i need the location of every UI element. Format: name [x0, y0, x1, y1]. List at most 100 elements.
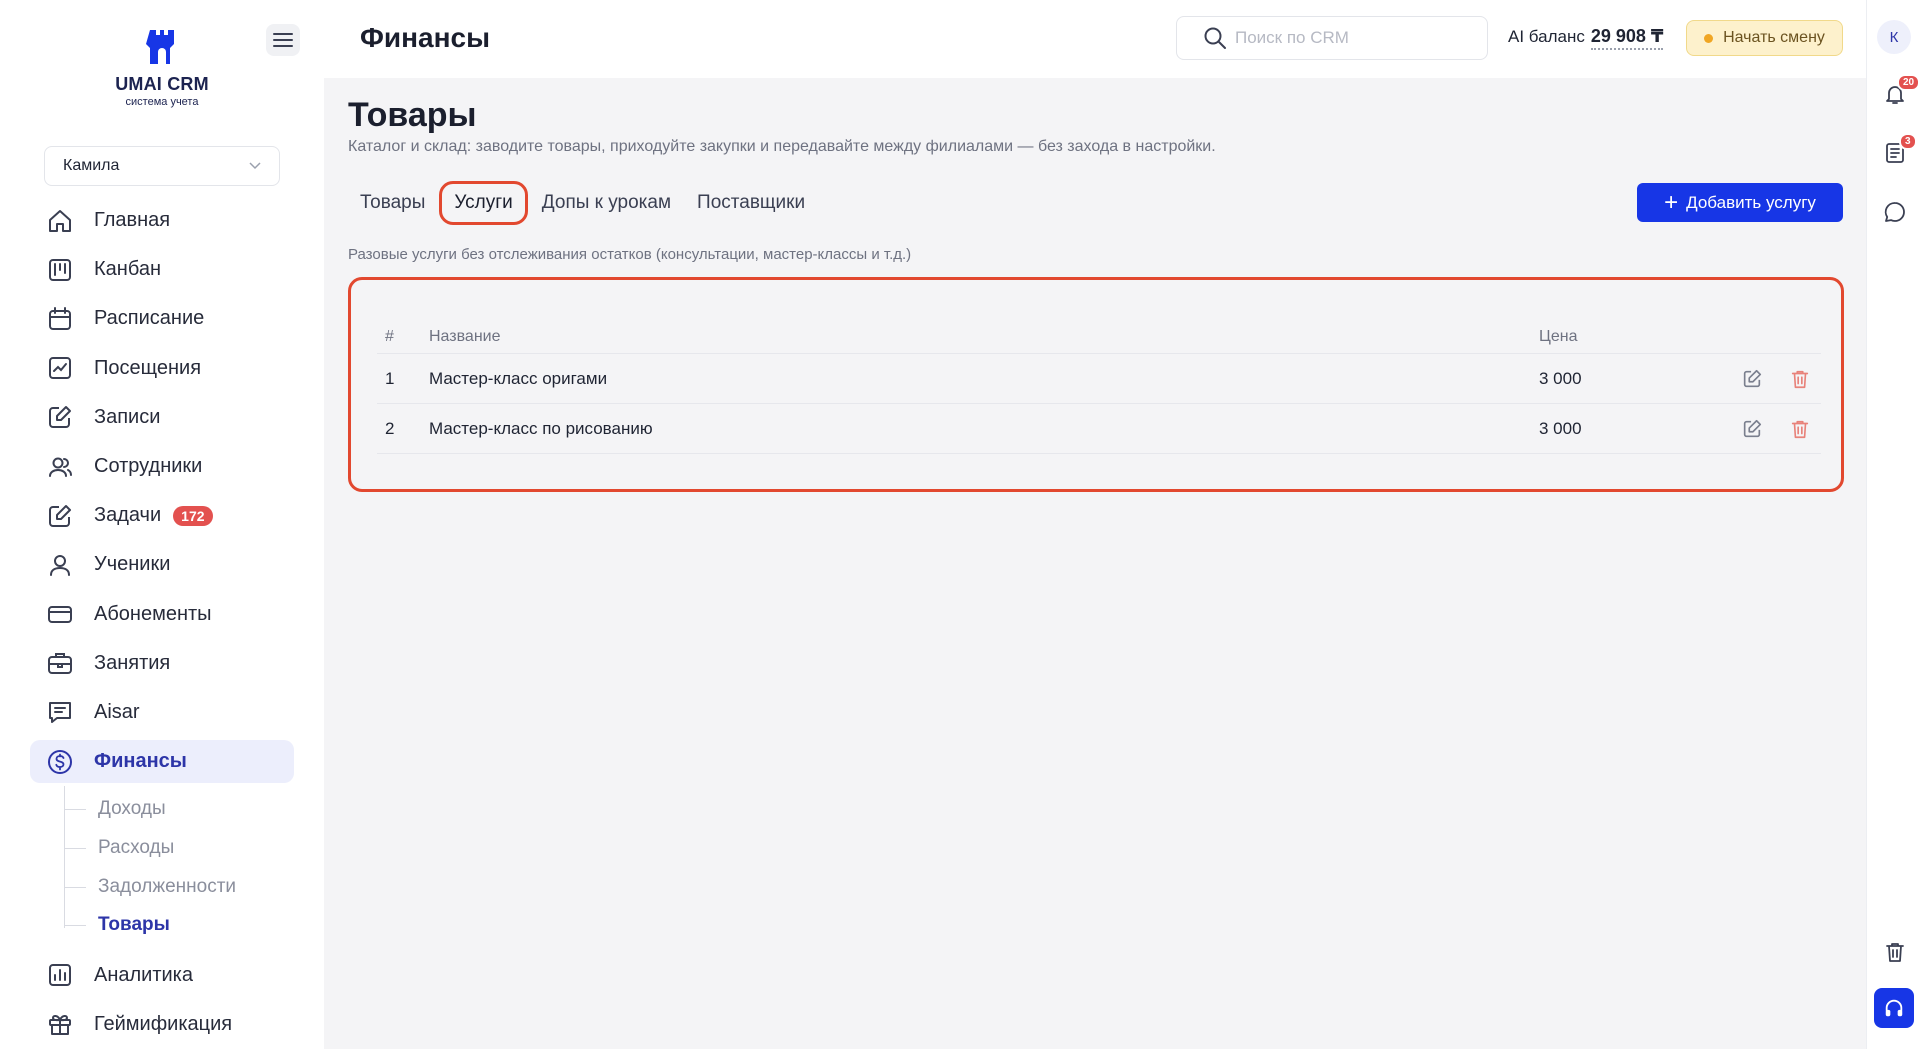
notifications-button[interactable]: 20 — [1881, 74, 1920, 108]
services-table-card: # Название Цена 1 Мастер-класс оригами 3… — [348, 277, 1844, 492]
branch-select-value: Камила — [63, 157, 120, 174]
column-header-price: Цена — [1539, 327, 1578, 345]
tasks-badge: 3 — [1899, 133, 1917, 150]
subitem-label: Задолженности — [98, 875, 237, 897]
sidebar-subitem-debts[interactable]: Задолженности — [64, 867, 294, 906]
bar-chart-icon — [49, 964, 71, 987]
chat-bubble-icon — [1884, 202, 1905, 222]
sidebar-subitem-products[interactable]: Товары — [64, 906, 294, 945]
briefcase-icon — [48, 653, 72, 675]
add-service-label: Добавить услугу — [1686, 192, 1816, 212]
table-header: # Название Цена — [377, 320, 1821, 354]
tab-products[interactable]: Товары — [348, 181, 437, 225]
delete-icon[interactable] — [1789, 368, 1811, 390]
tabs: Товары Услуги Допы к урокам Поставщики — [348, 180, 819, 226]
sidebar: UMAI CRM система учета Камила Главная Ка… — [0, 0, 324, 1049]
edit-icon[interactable] — [1741, 368, 1763, 390]
add-service-button[interactable]: + Добавить услугу — [1637, 183, 1843, 222]
tab-services[interactable]: Услуги — [439, 181, 528, 225]
search-input[interactable] — [1235, 28, 1475, 48]
sidebar-item-label: Геймификация — [94, 1012, 233, 1035]
services-note: Разовые услуги без отслеживания остатков… — [348, 246, 912, 263]
users-icon — [49, 457, 72, 477]
status-dot-icon — [1704, 33, 1714, 43]
sidebar-item-kanban[interactable]: Канбан — [30, 245, 294, 294]
plus-icon: + — [1664, 188, 1679, 216]
sidebar-item-students[interactable]: Ученики — [30, 540, 294, 589]
row-number: 1 — [385, 368, 395, 388]
chevron-down-icon — [249, 162, 261, 170]
sidebar-item-finance[interactable]: Финансы — [30, 740, 294, 784]
trash-button[interactable] — [1881, 938, 1909, 966]
dollar-circle-icon — [48, 749, 72, 774]
sidebar-item-label: Абонементы — [94, 602, 212, 625]
sidebar-subitem-expenses[interactable]: Расходы — [64, 829, 294, 868]
message-icon — [49, 702, 71, 724]
services-table: # Название Цена 1 Мастер-класс оригами 3… — [377, 320, 1821, 454]
sidebar-item-label: Финансы — [94, 750, 187, 773]
sidebar-item-aisar[interactable]: Aisar — [30, 688, 294, 737]
sidebar-item-label: Посещения — [94, 356, 202, 379]
tasks-button[interactable]: 3 — [1881, 133, 1917, 167]
sidebar-item-label: Записи — [94, 405, 161, 428]
search-box[interactable] — [1176, 16, 1488, 60]
ai-balance-value[interactable]: 29 908 ₸ — [1590, 26, 1664, 50]
home-icon — [49, 209, 71, 232]
row-name: Мастер-класс оригами — [429, 368, 608, 388]
row-number: 2 — [385, 418, 395, 438]
subitem-label: Товары — [98, 914, 170, 936]
sidebar-item-gamification[interactable]: Геймификация — [30, 1000, 294, 1049]
trash-icon — [1886, 943, 1904, 962]
sidebar-item-subscriptions[interactable]: Абонементы — [30, 590, 294, 639]
sidebar-item-tasks[interactable]: Задачи 172 — [30, 491, 294, 540]
sidebar-item-label: Аналитика — [94, 963, 193, 986]
search-icon — [1204, 27, 1226, 49]
start-shift-label: Начать смену — [1723, 29, 1825, 46]
sidebar-subitem-income[interactable]: Доходы — [64, 790, 294, 829]
user-icon — [50, 554, 70, 576]
brand-tagline: система учета — [125, 96, 199, 108]
finance-subnav: Доходы Расходы Задолженности Товары — [64, 786, 294, 950]
branch-select[interactable]: Камила — [44, 146, 280, 186]
sidebar-item-records[interactable]: Записи — [30, 393, 294, 442]
ai-balance: AI баланс 29 908 ₸ — [1508, 26, 1664, 50]
sidebar-item-label: Ученики — [94, 553, 171, 576]
row-price: 3 000 — [1539, 418, 1582, 438]
chat-button[interactable] — [1881, 198, 1909, 226]
sidebar-item-employees[interactable]: Сотрудники — [30, 442, 294, 491]
sidebar-item-home[interactable]: Главная — [30, 196, 294, 245]
avatar[interactable]: К — [1877, 20, 1911, 54]
support-button[interactable] — [1874, 988, 1914, 1028]
menu-toggle-button[interactable] — [266, 24, 300, 56]
sidebar-item-label: Канбан — [94, 258, 161, 281]
chart-check-icon — [49, 357, 71, 380]
calendar-icon — [49, 306, 71, 330]
delete-icon[interactable] — [1789, 418, 1811, 440]
card-icon — [48, 606, 72, 624]
subitem-label: Расходы — [98, 836, 175, 858]
column-header-name: Название — [429, 327, 501, 345]
sidebar-item-analytics[interactable]: Аналитика — [30, 950, 294, 999]
row-actions — [1709, 368, 1821, 390]
sidebar-item-schedule[interactable]: Расписание — [30, 294, 294, 343]
edit-icon[interactable] — [1741, 418, 1763, 440]
logo[interactable]: UMAI CRM система учета — [104, 26, 220, 108]
sidebar-item-label: Занятия — [94, 651, 171, 674]
row-price: 3 000 — [1539, 368, 1582, 388]
subitem-label: Доходы — [98, 798, 166, 820]
start-shift-button[interactable]: Начать смену — [1686, 20, 1843, 56]
headphones-icon — [1885, 999, 1903, 1017]
tab-lesson-extras[interactable]: Допы к урокам — [530, 181, 683, 225]
table-row: 2 Мастер-класс по рисованию 3 000 — [377, 404, 1821, 454]
sidebar-item-label: Задачи — [94, 504, 162, 527]
column-header-number: # — [385, 327, 394, 345]
sidebar-item-lessons[interactable]: Занятия — [30, 639, 294, 688]
sidebar-item-label: Расписание — [94, 307, 205, 330]
sidebar-item-label: Главная — [94, 209, 171, 232]
sidebar-item-visits[interactable]: Посещения — [30, 344, 294, 393]
row-actions — [1709, 418, 1821, 440]
row-name: Мастер-класс по рисованию — [429, 418, 653, 438]
edit-note-icon — [49, 504, 71, 527]
notifications-badge: 20 — [1897, 74, 1920, 91]
tab-suppliers[interactable]: Поставщики — [685, 181, 817, 225]
